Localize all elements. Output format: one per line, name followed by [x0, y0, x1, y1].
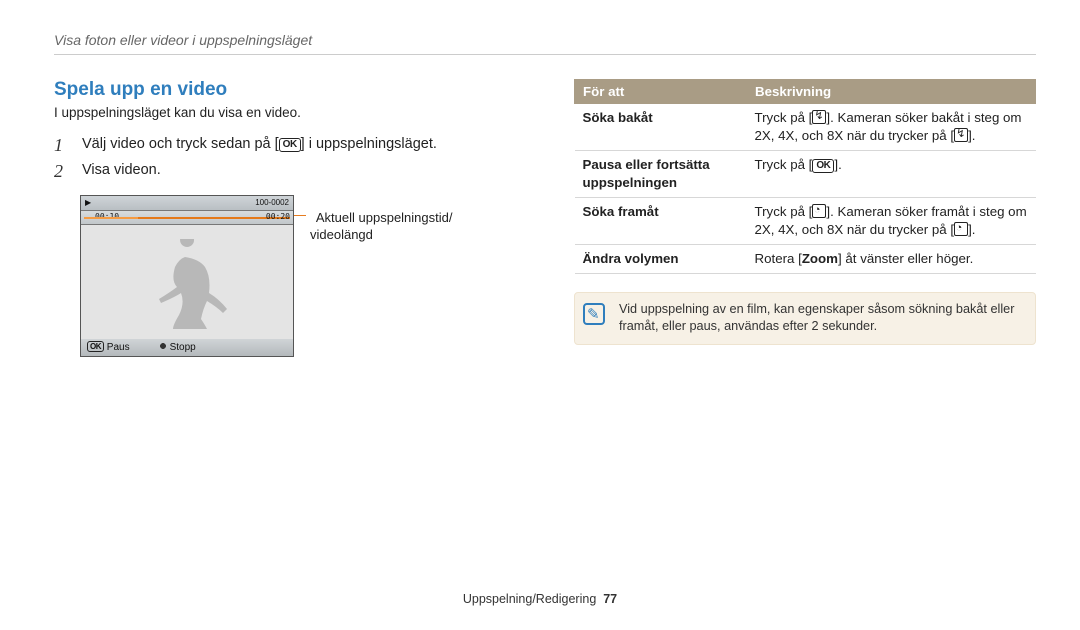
left-column: Spela upp en video I uppspelningsläget k…: [54, 79, 532, 357]
file-counter: 100-0002: [255, 198, 289, 207]
note-icon: [583, 303, 605, 325]
row-desc: Tryck på []. Kameran söker framåt i steg…: [747, 197, 1036, 244]
intro-text: I uppspelningsläget kan du visa en video…: [54, 105, 532, 120]
right-column: För att Beskrivning Söka bakåt Tryck på …: [574, 79, 1036, 357]
note-box: Vid uppspelning av en film, kan egenskap…: [574, 292, 1036, 346]
skater-silhouette-icon: [147, 239, 227, 339]
ok-key-icon: OK: [279, 138, 301, 152]
ok-key-icon: OK: [87, 341, 104, 352]
timer-key-icon: [812, 204, 826, 218]
video-player-screenshot: ▶ 100-0002 00:10 00:20 OK Paus St: [80, 195, 294, 357]
step-list: 1 Välj video och tryck sedan på [OK] i u…: [54, 134, 532, 181]
page-number: 77: [603, 592, 617, 606]
step-number: 1: [54, 133, 63, 158]
step-2: 2 Visa videon.: [82, 160, 532, 180]
screenshot-statusbar: ▶ 100-0002: [81, 196, 293, 211]
table-row: Söka framåt Tryck på []. Kameran söker f…: [575, 197, 1036, 244]
step-text-pre: Välj video och tryck sedan på [: [82, 136, 279, 152]
screenshot-video-area: [81, 225, 293, 339]
flower-key-icon: [158, 341, 168, 351]
row-label: Pausa eller fortsätta uppspelningen: [575, 150, 747, 197]
flash-key-icon: [954, 128, 968, 142]
col-header-desc: Beskrivning: [747, 80, 1036, 104]
col-header-for: För att: [575, 80, 747, 104]
paus-control: OK Paus: [87, 341, 130, 353]
callout: Aktuell uppspelningstid/ videolängd: [310, 209, 452, 245]
controls-table: För att Beskrivning Söka bakåt Tryck på …: [574, 79, 1036, 274]
row-label: Ändra volymen: [575, 244, 747, 273]
footer-section: Uppspelning/Redigering: [463, 592, 596, 606]
section-heading: Spela upp en video: [54, 79, 532, 101]
step-number: 2: [54, 159, 63, 184]
table-row: Söka bakåt Tryck på []. Kameran söker ba…: [575, 104, 1036, 151]
step-text-post: ] i uppspelningsläget.: [301, 136, 437, 152]
flash-key-icon: [812, 110, 826, 124]
screenshot-timebar: 00:10 00:20: [81, 211, 293, 225]
two-column-layout: Spela upp en video I uppspelningsläget k…: [54, 79, 1036, 357]
time-total: 00:20: [266, 212, 290, 221]
row-desc: Tryck på []. Kameran söker bakåt i steg …: [747, 104, 1036, 151]
page: Visa foton eller videor i uppspelningslä…: [0, 0, 1080, 630]
step-1: 1 Välj video och tryck sedan på [OK] i u…: [82, 134, 532, 154]
table-row: Ändra volymen Rotera [Zoom] åt vänster e…: [575, 244, 1036, 273]
row-desc: Tryck på [OK].: [747, 150, 1036, 197]
callout-text: Aktuell uppspelningstid/ videolängd: [310, 210, 452, 243]
row-label: Söka framåt: [575, 197, 747, 244]
time-elapsed: 00:10: [95, 212, 119, 221]
page-footer: Uppspelning/Redigering 77: [0, 592, 1080, 606]
note-text: Vid uppspelning av en film, kan egenskap…: [619, 302, 1014, 334]
timer-key-icon: [954, 222, 968, 236]
step-text: Visa videon.: [82, 162, 161, 178]
stopp-control: Stopp: [158, 341, 196, 353]
row-label: Söka bakåt: [575, 104, 747, 151]
row-desc: Rotera [Zoom] åt vänster eller höger.: [747, 244, 1036, 273]
screenshot-footer: OK Paus Stopp: [81, 339, 293, 356]
screenshot-row: ▶ 100-0002 00:10 00:20 OK Paus St: [80, 195, 532, 357]
play-icon: ▶: [85, 198, 91, 207]
divider: [54, 54, 1036, 55]
zoom-bold: Zoom: [802, 251, 838, 266]
table-header-row: För att Beskrivning: [575, 80, 1036, 104]
breadcrumb: Visa foton eller videor i uppspelningslä…: [54, 32, 1036, 48]
ok-key-icon: OK: [812, 159, 834, 173]
table-row: Pausa eller fortsätta uppspelningen Tryc…: [575, 150, 1036, 197]
